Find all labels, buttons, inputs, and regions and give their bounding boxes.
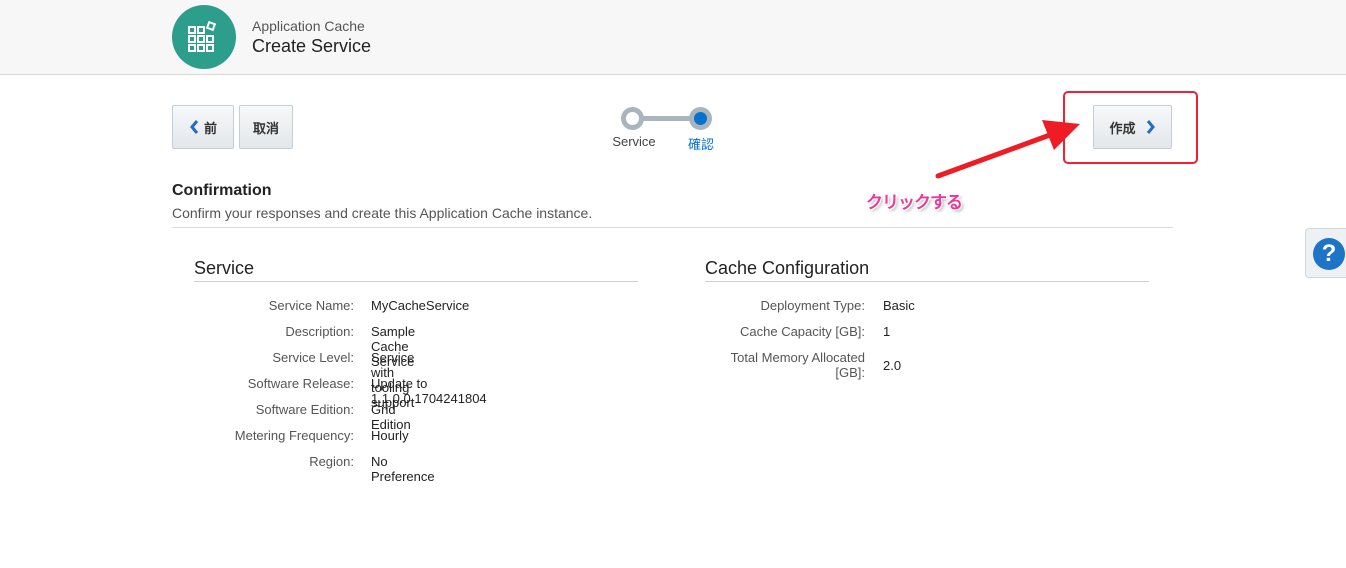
field-label: Total Memory Allocated [GB]: bbox=[705, 350, 865, 380]
field-value: Basic bbox=[883, 298, 915, 313]
header-subtitle: Application Cache bbox=[252, 18, 365, 34]
field-value: 2.0 bbox=[883, 358, 902, 373]
back-button-label: 前 bbox=[203, 121, 217, 137]
service-section-divider bbox=[194, 281, 638, 282]
back-button[interactable]: 前 bbox=[172, 105, 234, 149]
field-value: 1 bbox=[883, 324, 891, 339]
field-label: Metering Frequency: bbox=[234, 428, 354, 443]
field-label: Service Level: bbox=[272, 350, 354, 365]
field-label-line: Total Memory Allocated bbox=[730, 350, 865, 365]
divider bbox=[172, 227, 1173, 228]
page-header: Application Cache Create Service bbox=[0, 0, 1346, 75]
train-step-confirm bbox=[689, 107, 712, 130]
field-label: Cache Capacity [GB]: bbox=[740, 324, 865, 339]
help-icon[interactable]: ? bbox=[1313, 238, 1345, 270]
page-title: Create Service bbox=[252, 36, 372, 56]
field-label: Service Name: bbox=[268, 298, 354, 313]
field-label: Software Edition: bbox=[255, 402, 354, 417]
field-value: Hourly bbox=[371, 428, 409, 443]
confirmation-description: Confirm your responses and create this A… bbox=[172, 205, 593, 221]
confirmation-title: Confirmation bbox=[172, 182, 272, 199]
cache-config-section-divider bbox=[705, 281, 1149, 282]
field-label: Region: bbox=[309, 454, 354, 469]
help-tab[interactable]: ? bbox=[1305, 228, 1346, 278]
field-value: MyCacheService bbox=[371, 298, 470, 313]
cancel-button[interactable]: 取消 bbox=[239, 105, 293, 149]
annotation-click-label: クリックする bbox=[866, 193, 963, 213]
application-cache-icon bbox=[172, 5, 236, 69]
field-label: Software Release: bbox=[247, 376, 354, 391]
cancel-button-label: 取消 bbox=[252, 121, 279, 137]
field-value: No Preference bbox=[371, 454, 435, 484]
cache-config-section-title: Cache Configuration bbox=[705, 258, 870, 278]
service-section-title: Service bbox=[194, 258, 255, 278]
field-label: Deployment Type: bbox=[760, 298, 865, 313]
train-step-service[interactable] bbox=[621, 107, 644, 130]
field-label: Description: bbox=[285, 324, 354, 339]
field-label-line: [GB]: bbox=[835, 365, 865, 380]
annotation-arrow-icon bbox=[935, 120, 1080, 179]
train-step-service-label[interactable]: Service bbox=[612, 134, 656, 149]
train-step-confirm-label: 確認 bbox=[687, 138, 714, 153]
chevron-left-icon bbox=[190, 120, 199, 134]
